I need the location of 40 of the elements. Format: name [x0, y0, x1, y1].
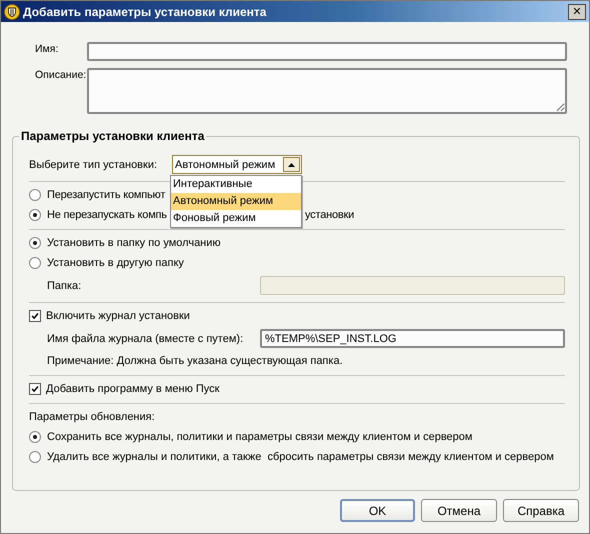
dropdown-button[interactable]: [283, 157, 300, 172]
window-title: Добавить параметры установки клиента: [23, 4, 268, 18]
radio-button[interactable]: [29, 257, 41, 269]
option-label: установки: [305, 209, 354, 221]
log-file-field[interactable]: %TEMP%\SEP_INST.LOG: [260, 329, 565, 348]
field-label: Имя файла журнала (вместе с путем):: [47, 332, 244, 344]
up-triangle-icon: [288, 162, 296, 166]
section-label: Параметры обновления:: [29, 411, 155, 423]
radio-button[interactable]: [29, 209, 41, 221]
option-label: Удалить все журналы и политики, а также сбросить параметры связи между клиентом и сервером: [47, 451, 554, 463]
name-field[interactable]: [87, 42, 567, 61]
checkbox-label: Включить журнал установки: [46, 310, 190, 322]
radio-button[interactable]: [29, 189, 41, 201]
dialog-button[interactable]: Справка: [503, 499, 579, 522]
group-title: Параметры установки клиента: [19, 129, 206, 143]
radio-button[interactable]: [29, 451, 41, 463]
option-label: Установить в папку по умолчанию: [47, 237, 221, 249]
option-label: Сохранить все журналы, политики и параметры связи между клиентом и сервером: [47, 431, 472, 443]
close-button[interactable]: ✕: [568, 4, 586, 20]
field-label: Имя:: [35, 42, 60, 55]
dialog-button[interactable]: OK: [340, 499, 415, 522]
field-label: Выберите тип установки:: [29, 158, 158, 170]
field-label: Описание:: [35, 68, 87, 81]
note-text: Примечание: Должна быть указана существующая папка.: [47, 355, 343, 367]
radio-button[interactable]: [29, 431, 41, 443]
checkbox[interactable]: [29, 310, 41, 322]
field-label: Папка:: [47, 280, 82, 292]
option-label: Перезапустить компьют: [47, 189, 166, 201]
dialog-button[interactable]: Отмена: [421, 499, 497, 522]
checkbox-label: Добавить программу в меню Пуск: [46, 383, 220, 395]
option-label: Установить в другую папку: [47, 257, 184, 269]
dropdown-option[interactable]: Автономный режим: [171, 193, 301, 210]
radio-button[interactable]: [29, 237, 41, 249]
install-type-dropdown[interactable]: Автономный режим: [172, 155, 302, 174]
option-label: Не перезапускать компь: [47, 209, 167, 221]
description-field[interactable]: [87, 68, 567, 114]
shield-icon: [4, 4, 20, 20]
dropdown-option[interactable]: Интерактивные: [171, 176, 301, 193]
dropdown-option[interactable]: Фоновый режим: [171, 210, 301, 227]
checkbox[interactable]: [29, 383, 41, 395]
